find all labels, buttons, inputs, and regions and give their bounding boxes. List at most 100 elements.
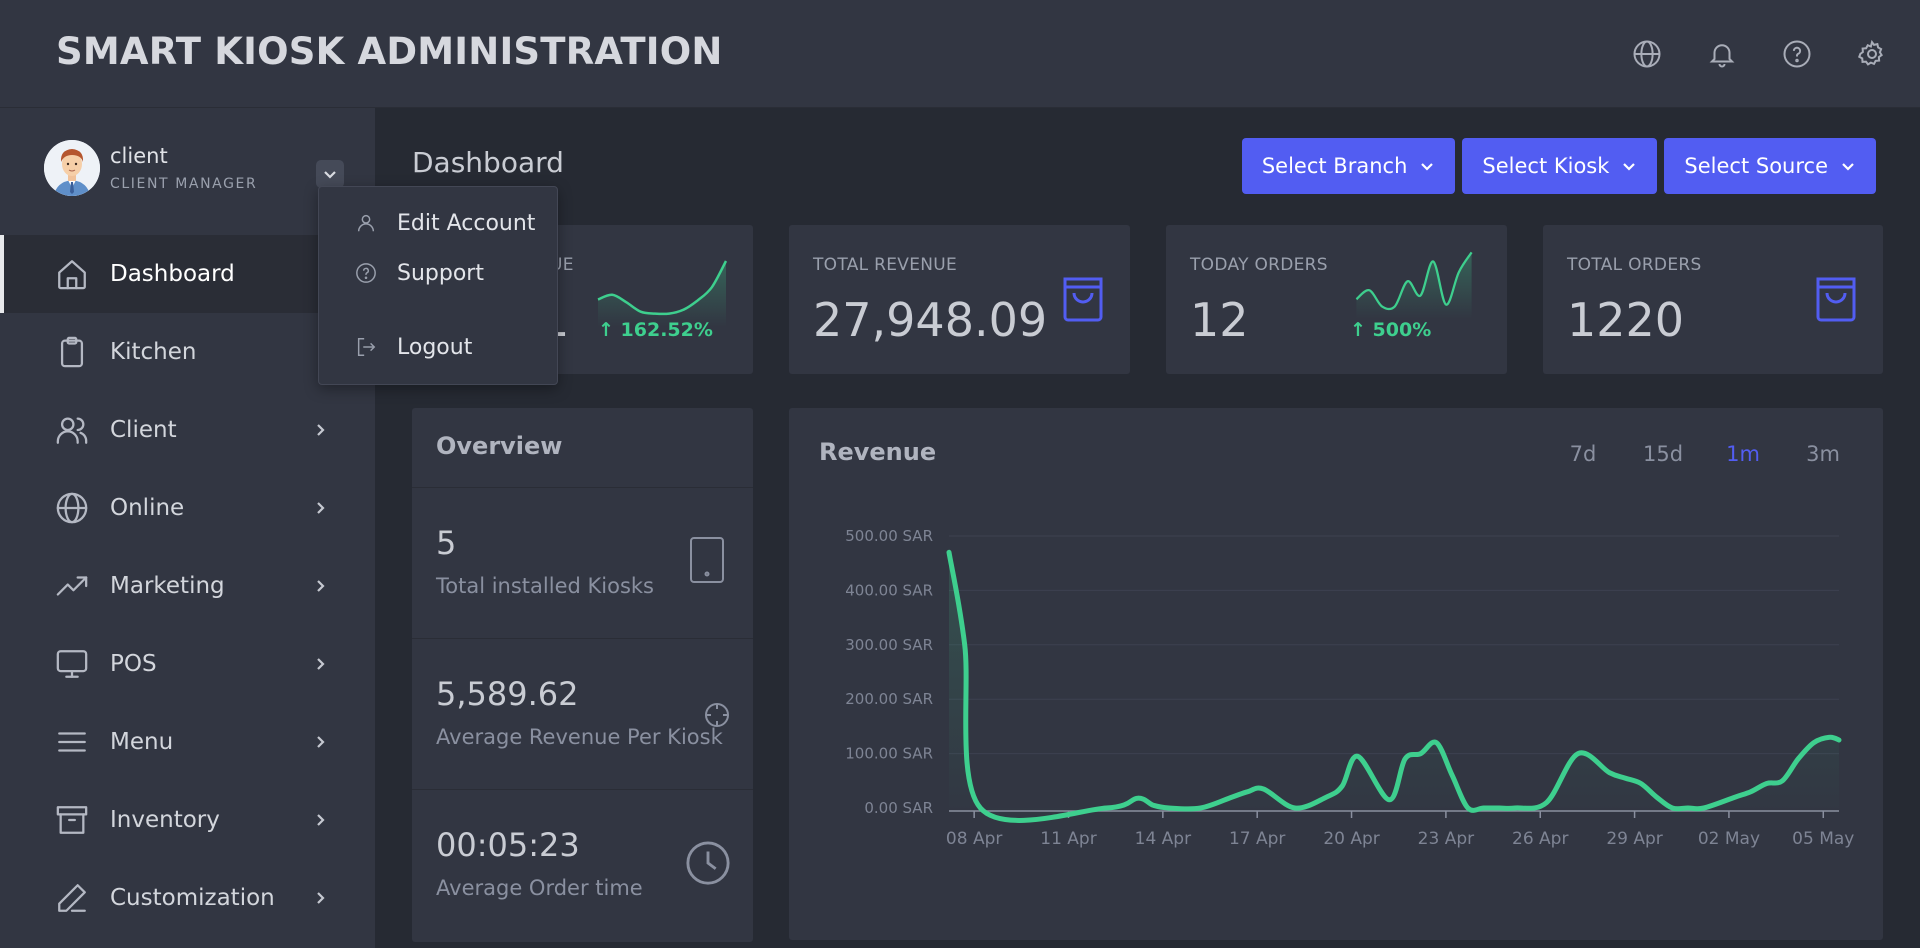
overview-row: 5,589.62 Average Revenue Per Kiosk (412, 638, 753, 789)
chevron-right-icon (312, 812, 328, 828)
crosshair-icon (703, 701, 731, 733)
sidebar-item-label: Online (110, 495, 185, 521)
range-1m[interactable]: 1m (1703, 442, 1783, 466)
select-branch-label: Select Branch (1261, 154, 1408, 178)
sidebar-item-label: POS (110, 651, 157, 677)
archive-icon (54, 802, 90, 838)
sidebar-item-menu[interactable]: Menu (0, 703, 375, 781)
user-name: client (110, 144, 168, 168)
select-kiosk-label: Select Kiosk (1482, 154, 1610, 178)
y-tick-label: 100.00 SAR (845, 745, 933, 763)
x-tick-label: 05 May (1792, 829, 1854, 849)
sidebar-item-customization[interactable]: Customization (0, 859, 375, 937)
menu-item-label: Support (397, 260, 484, 286)
top-bar: SMART KIOSK ADMINISTRATION (0, 0, 1920, 108)
help-icon[interactable] (1781, 38, 1813, 70)
user-menu-toggle[interactable] (316, 160, 344, 188)
sidebar-item-inventory[interactable]: Inventory (0, 781, 375, 859)
page-title: Dashboard (412, 146, 564, 179)
sidebar-item-marketing[interactable]: Marketing (0, 547, 375, 625)
sidebar-item-client[interactable]: Client (0, 391, 375, 469)
bell-icon[interactable] (1706, 38, 1738, 70)
chevron-down-icon (1623, 163, 1636, 171)
filter-bar: Select Branch Select Kiosk Select Source (1241, 138, 1876, 194)
support-menu-item[interactable]: Support (319, 253, 559, 293)
chevron-right-icon (312, 422, 328, 438)
shopping-bag-icon (1060, 273, 1106, 323)
y-tick-label: 200.00 SAR (845, 690, 933, 708)
sidebar-item-label: Menu (110, 729, 174, 755)
sidebar-item-label: Dashboard (110, 261, 235, 287)
x-tick-label: 08 Apr (946, 829, 1002, 849)
select-kiosk-button[interactable]: Select Kiosk (1462, 138, 1658, 194)
globe-icon[interactable] (1631, 38, 1663, 70)
sidebar-item-label: Inventory (110, 807, 220, 833)
home-icon (54, 256, 90, 292)
overview-value: 00:05:23 (436, 826, 580, 864)
range-selector: 7d 15d 1m 3m (1543, 442, 1863, 466)
revenue-chart: 0.00 SAR 100.00 SAR 200.00 SAR 300.00 SAR 40… (845, 527, 1854, 849)
overview-caption: Total installed Kiosks (436, 574, 654, 598)
x-tick-label: 23 Apr (1418, 829, 1474, 849)
trend-value: 162.52% (620, 319, 713, 341)
overview-caption: Average Revenue Per Kiosk (436, 725, 723, 749)
edit-account-menu-item[interactable]: Edit Account (319, 203, 559, 243)
sidebar-item-pos[interactable]: POS (0, 625, 375, 703)
overview-panel: Overview 5 Total installed Kiosks 5,589.… (412, 408, 753, 942)
overview-row: 00:05:23 Average Order time (412, 789, 753, 940)
x-tick-label: 02 May (1698, 829, 1760, 849)
stat-label: TODAY ORDERS (1190, 255, 1328, 275)
globe-icon (54, 490, 90, 526)
range-15d[interactable]: 15d (1623, 442, 1703, 466)
trend-value: 500% (1372, 319, 1432, 341)
stat-value: 27,948.09 (813, 293, 1048, 347)
range-7d[interactable]: 7d (1543, 442, 1623, 466)
y-tick-label: 0.00 SAR (864, 799, 933, 817)
chevron-right-icon (312, 656, 328, 672)
overview-title: Overview (436, 432, 563, 460)
select-source-label: Select Source (1684, 154, 1828, 178)
monitor-icon (54, 646, 90, 682)
trending-up-icon (54, 568, 90, 604)
x-tick-label: 20 Apr (1323, 829, 1379, 849)
sidebar-item-label: Kitchen (110, 339, 197, 365)
select-branch-button[interactable]: Select Branch (1241, 138, 1456, 194)
x-tick-label: 14 Apr (1135, 829, 1191, 849)
x-tick-label: 26 Apr (1512, 829, 1568, 849)
user-menu-dropdown: Edit Account Support Logout (318, 186, 558, 385)
help-circle-icon (355, 262, 377, 284)
sidebar-item-label: Client (110, 417, 177, 443)
revenue-area (949, 552, 1839, 821)
x-tick-label: 17 Apr (1229, 829, 1285, 849)
clock-icon (685, 840, 731, 890)
chevron-right-icon (312, 890, 328, 906)
overview-row: 5 Total installed Kiosks (412, 487, 753, 638)
chevron-down-icon (1842, 163, 1854, 171)
clipboard-icon (54, 334, 90, 370)
logout-menu-item[interactable]: Logout (319, 327, 559, 367)
x-tick-label: 29 Apr (1606, 829, 1662, 849)
chevron-down-icon (1421, 163, 1434, 171)
sidebar-item-online[interactable]: Online (0, 469, 375, 547)
tablet-icon (687, 536, 727, 588)
overview-value: 5 (436, 524, 457, 562)
sidebar-item-label: Marketing (110, 573, 225, 599)
range-3m[interactable]: 3m (1783, 442, 1863, 466)
overview-value: 5,589.62 (436, 675, 579, 713)
chevron-right-icon (312, 734, 328, 750)
revenue-line (946, 549, 1842, 823)
top-icons (1631, 38, 1888, 70)
app-title: SMART KIOSK ADMINISTRATION (56, 30, 723, 73)
y-tick-label: 300.00 SAR (845, 636, 933, 654)
chevron-down-icon (324, 171, 336, 179)
menu-lines-icon (54, 724, 90, 760)
revenue-title: Revenue (819, 438, 937, 466)
user-profile: client CLIENT MANAGER (44, 140, 257, 196)
select-source-button[interactable]: Select Source (1664, 138, 1876, 194)
chevron-right-icon (312, 500, 328, 516)
stat-label: TOTAL ORDERS (1567, 255, 1702, 275)
gear-icon[interactable] (1856, 38, 1888, 70)
user-icon (355, 212, 377, 234)
total-revenue-card: TOTAL REVENUE 27,948.09 (789, 225, 1130, 374)
menu-item-label: Logout (397, 334, 473, 360)
